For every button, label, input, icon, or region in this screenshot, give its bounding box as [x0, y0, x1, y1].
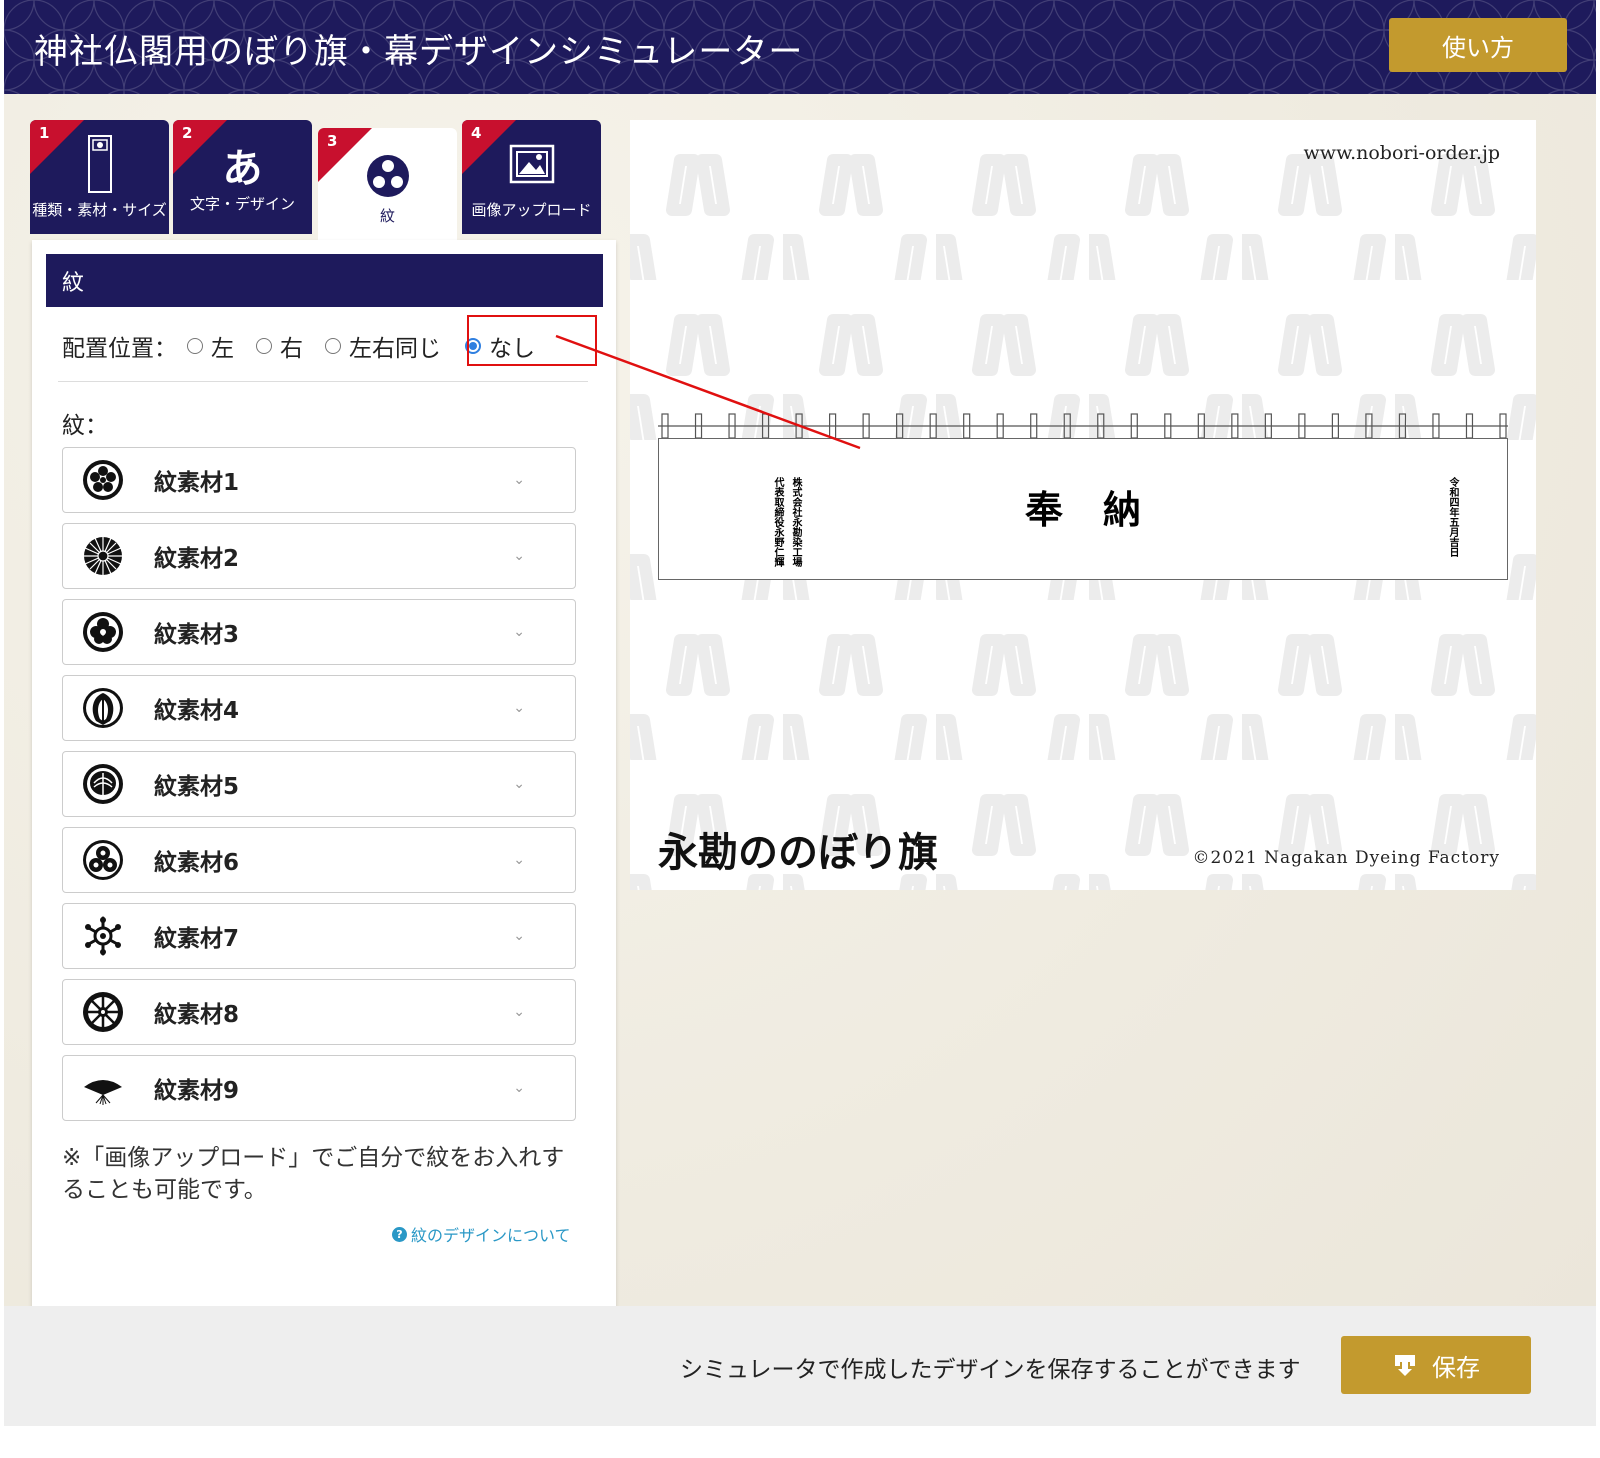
banner-main-text: 奉納	[1024, 487, 1181, 532]
accordion-label: 紋素材3	[154, 622, 240, 648]
accordion-label: 紋素材9	[154, 1078, 240, 1104]
chevron-down-icon: ⌄	[513, 624, 525, 640]
crest-material-8[interactable]: 紋素材8 ⌄	[62, 979, 576, 1045]
save-button[interactable]: 保存	[1341, 1336, 1531, 1394]
highlight-box	[467, 315, 597, 366]
accordion-label: 紋素材4	[154, 698, 240, 724]
tab-text-design[interactable]: 2 あ 文字・デザイン	[173, 120, 312, 234]
position-option-both[interactable]: 左右同じ	[325, 329, 441, 363]
accordion-label: 紋素材2	[154, 546, 240, 572]
chevron-down-icon: ⌄	[513, 1080, 525, 1096]
app-title: 神社仏閣用のぼり旗・幕デザインシミュレーター	[34, 32, 804, 72]
question-icon: ?	[392, 1226, 407, 1242]
bottom-strip	[4, 1426, 1596, 1458]
tab-number: 2	[182, 124, 193, 142]
radio-circle[interactable]	[187, 338, 203, 354]
tab-image-upload[interactable]: 4 画像アップロード	[462, 120, 601, 234]
chevron-down-icon: ⌄	[513, 700, 525, 716]
chevron-down-icon: ⌄	[513, 472, 525, 488]
chevron-down-icon: ⌄	[513, 928, 525, 944]
section-header: 紋	[46, 254, 603, 307]
crest-material-4[interactable]: 紋素材4 ⌄	[62, 675, 576, 741]
banner-company-text: 株式会社永勘染工場	[790, 477, 801, 567]
crest-panel: 紋 配置位置： 左 右 左右同じ なし 紋： 紋素材1 ⌄ 紋素材2 ⌄ 紋素材…	[32, 240, 616, 1310]
tab-crest[interactable]: 3 紋	[318, 128, 457, 240]
divider	[58, 381, 588, 382]
banner-loops	[658, 413, 1508, 439]
tab-label: 種類・素材・サイズ	[32, 201, 167, 219]
wheel-crest-icon	[83, 992, 123, 1032]
radio-circle[interactable]	[325, 338, 341, 354]
copyright: ©2021 Nagakan Dyeing Factory	[1192, 848, 1500, 868]
chevron-down-icon: ⌄	[513, 852, 525, 868]
crest-material-6[interactable]: 紋素材6 ⌄	[62, 827, 576, 893]
accordion-label: 紋素材5	[154, 774, 240, 800]
crest-design-help-link[interactable]: ? 紋のデザインについて	[392, 1222, 571, 1246]
app-frame: 神社仏閣用のぼり旗・幕デザインシミュレーター 使い方 1 種類・素材・サイズ 2…	[4, 0, 1596, 1458]
crest-label: 紋：	[62, 413, 108, 439]
position-option-left[interactable]: 左	[187, 329, 234, 363]
tab-number: 1	[39, 124, 50, 142]
banner-body: 奉納 株式会社永勘染工場 代表取締役永野仁輝 令和四年五月吉日	[658, 438, 1508, 580]
chevron-down-icon: ⌄	[513, 776, 525, 792]
tab-number: 3	[327, 132, 338, 150]
plum-crest-icon	[83, 612, 123, 652]
image-icon	[509, 144, 554, 184]
tab-type-material-size[interactable]: 1 種類・素材・サイズ	[30, 120, 169, 234]
accordion-label: 紋素材8	[154, 1002, 240, 1028]
tab-label: 紋	[379, 207, 395, 225]
crest-material-9[interactable]: 紋素材9 ⌄	[62, 1055, 576, 1121]
banner-icon	[87, 135, 112, 193]
site-url: www.nobori-order.jp	[1303, 142, 1500, 164]
option-label: 左	[211, 336, 234, 362]
help-link-label: 紋のデザインについて	[411, 1226, 571, 1245]
radio-circle[interactable]	[256, 338, 272, 354]
banner-representative-text: 代表取締役永野仁輝	[772, 477, 783, 567]
download-icon	[1395, 1355, 1415, 1376]
save-label: 保存	[1432, 1353, 1480, 1382]
position-option-right[interactable]: 右	[256, 329, 303, 363]
accordion-label: 紋素材6	[154, 850, 240, 876]
accordion-label: 紋素材7	[154, 926, 240, 952]
help-button[interactable]: 使い方	[1389, 18, 1567, 72]
chrysanthemum-icon	[84, 537, 122, 575]
crest-material-5[interactable]: 紋素材5 ⌄	[62, 751, 576, 817]
position-label: 配置位置：	[62, 336, 177, 362]
tab-number: 4	[471, 124, 482, 142]
upload-note: ※「画像アップロード」でご自分で紋をお入れすることも可能です。	[62, 1145, 565, 1203]
banner-preview: 奉納 株式会社永勘染工場 代表取締役永野仁輝 令和四年五月吉日	[658, 410, 1508, 580]
hiragana-a-icon: あ	[222, 146, 263, 192]
crest-material-2[interactable]: 紋素材2 ⌄	[62, 523, 576, 589]
tomoe-icon	[366, 155, 409, 197]
wisteria-crest-icon	[83, 688, 123, 728]
crest-5circles-icon	[83, 460, 123, 500]
crest-material-1[interactable]: 紋素材1 ⌄	[62, 447, 576, 513]
chevron-down-icon: ⌄	[513, 1004, 525, 1020]
snowflake-crest-icon	[85, 916, 121, 956]
tab-label: 画像アップロード	[471, 201, 592, 219]
fan-crest-icon	[84, 1080, 122, 1105]
footer-save-text: シミュレータで作成したデザインを保存することができます	[680, 1357, 1301, 1383]
crest-material-3[interactable]: 紋素材3 ⌄	[62, 599, 576, 665]
tomoe-crest-icon	[83, 840, 123, 880]
accordion-label: 紋素材1	[154, 470, 240, 496]
design-preview: www.nobori-order.jp 奉納 株式会社永勘染工場 代表取締役永野…	[630, 120, 1536, 890]
option-label: 左右同じ	[349, 336, 441, 362]
brand-logo: 永勘ののぼり旗	[658, 829, 938, 876]
chevron-down-icon: ⌄	[513, 548, 525, 564]
crest-material-7[interactable]: 紋素材7 ⌄	[62, 903, 576, 969]
paulownia-crest-icon	[83, 764, 123, 804]
tab-label: 文字・デザイン	[189, 195, 295, 213]
option-label: 右	[280, 336, 303, 362]
app-header: 神社仏閣用のぼり旗・幕デザインシミュレーター 使い方	[4, 0, 1596, 94]
banner-date-text: 令和四年五月吉日	[1447, 477, 1458, 557]
